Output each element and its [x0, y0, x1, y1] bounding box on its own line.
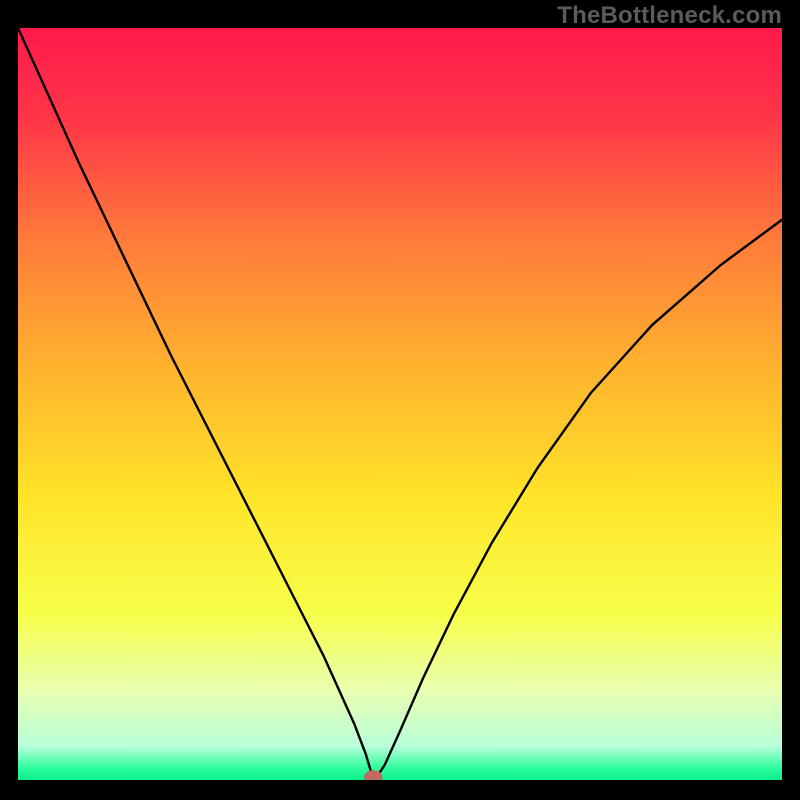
chart-frame: TheBottleneck.com [0, 0, 800, 800]
chart-svg [18, 28, 782, 780]
plot-area [18, 28, 782, 780]
gradient-background [18, 28, 782, 780]
watermark-label: TheBottleneck.com [557, 2, 782, 30]
